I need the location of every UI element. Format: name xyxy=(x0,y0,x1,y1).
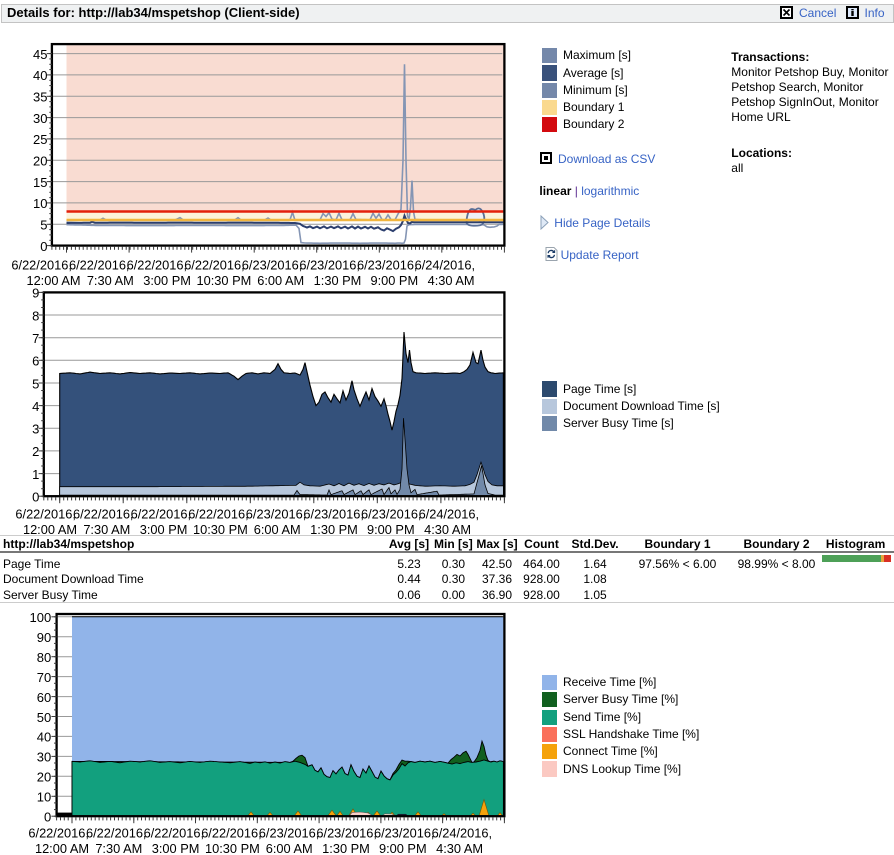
svg-text:6: 6 xyxy=(32,354,39,369)
svg-text:5: 5 xyxy=(32,376,39,391)
svg-text:1:30 PM: 1:30 PM xyxy=(322,841,370,855)
svg-text:5: 5 xyxy=(40,218,47,233)
svg-text:6:00 AM: 6:00 AM xyxy=(266,841,313,855)
svg-text:30: 30 xyxy=(33,111,47,126)
svg-text:2: 2 xyxy=(32,444,39,459)
svg-text:12:00 AM: 12:00 AM xyxy=(35,841,89,855)
svg-text:10: 10 xyxy=(37,790,51,805)
svg-text:6/24/2016,: 6/24/2016, xyxy=(415,258,476,273)
svg-text:6/23/2016,: 6/23/2016, xyxy=(259,825,320,840)
svg-text:6/23/2016,: 6/23/2016, xyxy=(242,258,302,273)
svg-text:100: 100 xyxy=(29,610,51,625)
svg-text:6/22/2016,: 6/22/2016, xyxy=(11,258,72,273)
svg-text:3:00 PM: 3:00 PM xyxy=(152,841,200,855)
svg-text:6/22/2016,: 6/22/2016, xyxy=(127,258,188,273)
svg-text:6/22/2016,: 6/22/2016, xyxy=(69,258,130,273)
svg-text:35: 35 xyxy=(33,90,47,105)
svg-text:10: 10 xyxy=(33,196,47,211)
svg-text:45: 45 xyxy=(33,47,47,62)
svg-text:6/23/2016,: 6/23/2016, xyxy=(357,258,418,273)
svg-text:60: 60 xyxy=(37,690,51,705)
svg-text:6:00 AM: 6:00 AM xyxy=(257,273,304,288)
svg-text:9:00 PM: 9:00 PM xyxy=(370,273,418,288)
svg-text:70: 70 xyxy=(37,670,51,685)
svg-text:6/24/2016,: 6/24/2016, xyxy=(432,825,493,840)
svg-text:7: 7 xyxy=(32,331,39,346)
svg-text:6/23/2016,: 6/23/2016, xyxy=(303,506,364,521)
svg-text:9: 9 xyxy=(32,286,39,301)
svg-text:6/23/2016,: 6/23/2016, xyxy=(299,258,360,273)
svg-text:7:30 AM: 7:30 AM xyxy=(87,273,134,288)
svg-text:6/22/2016,: 6/22/2016, xyxy=(28,825,89,840)
svg-text:4:30 AM: 4:30 AM xyxy=(428,273,475,288)
svg-text:6/22/2016,: 6/22/2016, xyxy=(131,506,192,521)
svg-text:10:30 PM: 10:30 PM xyxy=(197,273,252,288)
svg-text:90: 90 xyxy=(37,630,51,645)
svg-text:25: 25 xyxy=(33,132,47,147)
svg-text:8: 8 xyxy=(32,308,39,323)
svg-text:6/22/2016,: 6/22/2016, xyxy=(86,825,147,840)
svg-text:6/22/2016,: 6/22/2016, xyxy=(201,825,262,840)
svg-text:30: 30 xyxy=(37,750,51,765)
svg-text:6/22/2016,: 6/22/2016, xyxy=(184,258,245,273)
svg-text:1:30 PM: 1:30 PM xyxy=(314,273,362,288)
svg-text:80: 80 xyxy=(37,650,51,665)
svg-text:1: 1 xyxy=(32,467,39,482)
svg-text:3: 3 xyxy=(32,422,39,437)
svg-text:0: 0 xyxy=(40,239,47,254)
svg-text:15: 15 xyxy=(33,175,47,190)
svg-text:40: 40 xyxy=(37,730,51,745)
svg-text:6/22/2016,: 6/22/2016, xyxy=(73,506,134,521)
svg-text:6/23/2016,: 6/23/2016, xyxy=(316,825,377,840)
svg-text:6/22/2016,: 6/22/2016, xyxy=(15,506,76,521)
svg-text:0: 0 xyxy=(44,810,51,825)
svg-text:20: 20 xyxy=(33,154,47,169)
svg-text:6/23/2016,: 6/23/2016, xyxy=(246,506,306,521)
svg-text:7:30 AM: 7:30 AM xyxy=(95,841,142,855)
svg-text:4:30 AM: 4:30 AM xyxy=(436,841,483,855)
svg-text:10:30 PM: 10:30 PM xyxy=(205,841,260,855)
svg-text:9:00 PM: 9:00 PM xyxy=(379,841,427,855)
svg-text:0: 0 xyxy=(32,490,39,505)
svg-text:40: 40 xyxy=(33,68,47,83)
svg-text:50: 50 xyxy=(37,710,51,725)
svg-text:6/23/2016,: 6/23/2016, xyxy=(374,825,435,840)
svg-text:20: 20 xyxy=(37,770,51,785)
svg-text:6/22/2016,: 6/22/2016, xyxy=(144,825,205,840)
svg-text:3:00 PM: 3:00 PM xyxy=(143,273,191,288)
svg-text:6/24/2016,: 6/24/2016, xyxy=(419,506,480,521)
svg-text:4: 4 xyxy=(32,399,39,414)
svg-text:6/23/2016,: 6/23/2016, xyxy=(361,506,422,521)
svg-text:6/22/2016,: 6/22/2016, xyxy=(188,506,249,521)
